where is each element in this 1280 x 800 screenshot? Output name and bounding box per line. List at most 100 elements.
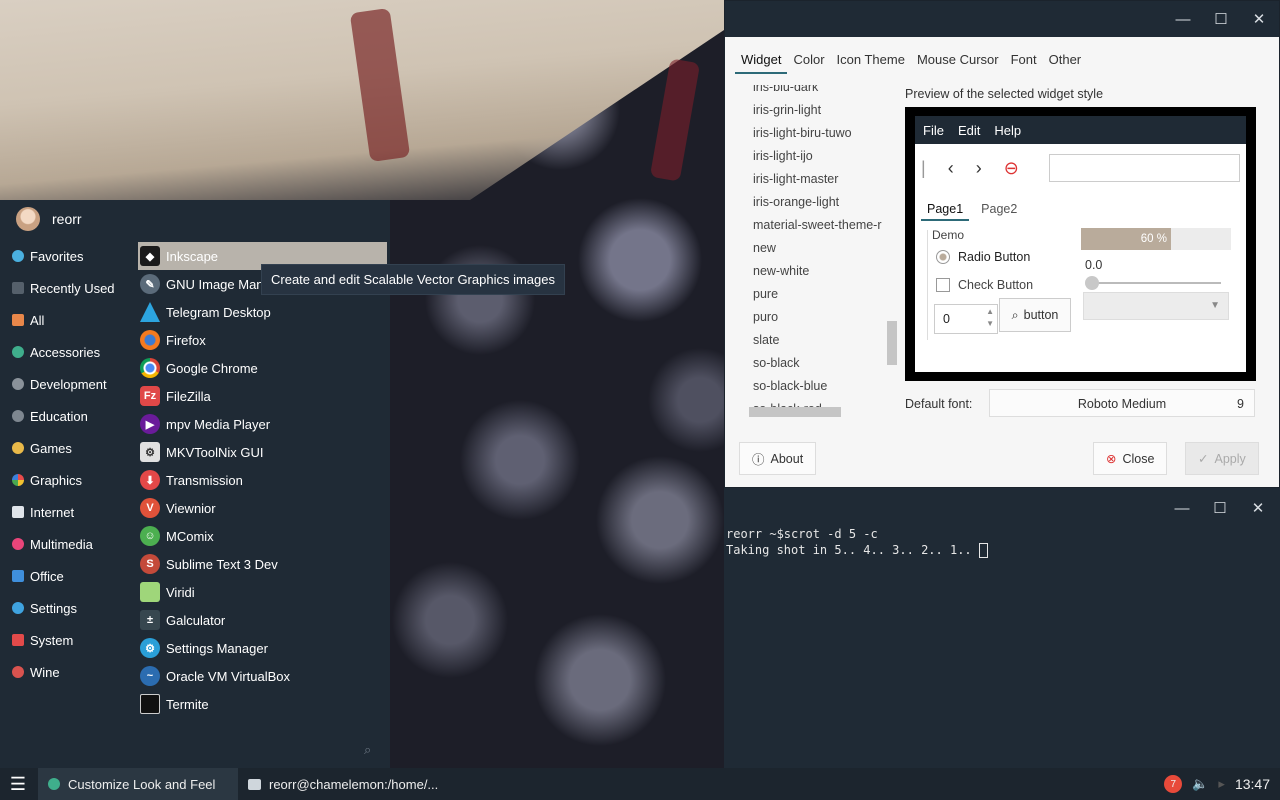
category-recently-used[interactable]: Recently Used [0, 272, 134, 304]
theme-item[interactable]: new [749, 236, 886, 259]
preview-button[interactable]: ⌕ button [999, 298, 1071, 332]
category-favorites[interactable]: Favorites [0, 240, 134, 272]
preview-menu-file[interactable]: File [923, 123, 944, 138]
close-icon[interactable]: ✕ [1249, 9, 1269, 29]
preview-check[interactable]: Check Button [936, 278, 1033, 292]
app-telegram[interactable]: Telegram Desktop [138, 298, 387, 326]
app-settings-manager[interactable]: ⚙ Settings Manager [138, 634, 387, 662]
tab-color[interactable]: Color [787, 49, 830, 74]
tray-arrow-icon[interactable]: ▸ [1218, 776, 1225, 792]
volume-icon[interactable]: 🔈 [1192, 776, 1208, 792]
category-all[interactable]: All [0, 304, 134, 336]
app-firefox[interactable]: Firefox [138, 326, 387, 354]
tab-font[interactable]: Font [1005, 49, 1043, 74]
preview-tab-page1[interactable]: Page1 [921, 200, 970, 221]
task-terminal[interactable]: reorr@chamelemon:/home/... [240, 768, 438, 800]
font-button[interactable]: Roboto Medium 9 [989, 389, 1255, 417]
theme-item[interactable]: puro [749, 305, 886, 328]
app-viridi[interactable]: Viridi [138, 578, 387, 606]
preview-radio[interactable]: Radio Button [936, 250, 1030, 264]
mkvtoolnix-icon: ⚙ [140, 442, 160, 462]
category-development[interactable]: Development [0, 368, 134, 400]
app-mkvtoolnix[interactable]: ⚙ MKVToolNix GUI [138, 438, 387, 466]
back-icon[interactable]: ‹ [948, 158, 954, 179]
spin-arrows-icon[interactable]: ▲ ▼ [986, 306, 994, 330]
about-button[interactable]: ⓘ About [739, 442, 817, 475]
theme-item[interactable]: slate [749, 328, 886, 351]
preview-entry[interactable] [1049, 154, 1240, 182]
tab-other[interactable]: Other [1043, 49, 1088, 74]
theme-item[interactable]: iris-orange-light [749, 190, 886, 213]
maximize-icon[interactable]: ☐ [1210, 498, 1230, 518]
theme-item[interactable]: iris-grin-light [749, 98, 886, 121]
theme-item[interactable]: pure [749, 282, 886, 305]
category-games[interactable]: Games [0, 432, 134, 464]
viewnior-icon: V [140, 498, 160, 518]
category-settings[interactable]: Settings [0, 592, 134, 624]
theme-item[interactable]: iris-light-ijo [749, 144, 886, 167]
preview-menu-help[interactable]: Help [994, 123, 1021, 138]
app-virtualbox[interactable]: ~ Oracle VM VirtualBox [138, 662, 387, 690]
tab-widget[interactable]: Widget [735, 49, 788, 74]
close-button[interactable]: ⊗ Close [1093, 442, 1168, 475]
progress-fill: 60 % [1081, 228, 1171, 250]
slider-value: 0.0 [1085, 258, 1103, 272]
theme-item[interactable]: new-white [749, 259, 886, 282]
transmission-icon: ⬇ [140, 470, 160, 490]
preview-tab-page2[interactable]: Page2 [975, 200, 1023, 221]
terminal-output[interactable]: reorr ~$scrot -d 5 -c Taking shot in 5.. … [726, 526, 988, 558]
forward-icon[interactable]: › [976, 158, 982, 179]
slider-knob[interactable] [1085, 276, 1099, 290]
theme-item[interactable]: so-black-blue [749, 374, 886, 397]
category-education[interactable]: Education [0, 400, 134, 432]
category-accessories[interactable]: Accessories [0, 336, 134, 368]
app-filezilla[interactable]: Fz FileZilla [138, 382, 387, 410]
apply-button[interactable]: ✓ Apply [1185, 442, 1259, 475]
theme-item[interactable]: material-sweet-theme-r [749, 213, 886, 236]
task-customize-look[interactable]: Customize Look and Feel [38, 768, 238, 800]
clock[interactable]: 13:47 [1235, 776, 1270, 792]
category-office[interactable]: Office [0, 560, 134, 592]
internet-icon [12, 506, 24, 518]
category-label: Internet [30, 504, 75, 520]
stop-icon[interactable]: ⊖ [1004, 158, 1019, 179]
preview-frame-label: Demo [932, 228, 965, 242]
preview-menu-edit[interactable]: Edit [958, 123, 980, 138]
preview-spinbox[interactable]: 0 ▲ ▼ [934, 304, 998, 334]
preview-slider[interactable] [1085, 276, 1221, 290]
theme-item[interactable]: iris-light-biru-tuwo [749, 121, 886, 144]
theme-list: iris-blu-dark iris-grin-light iris-light… [749, 85, 886, 417]
app-label: Settings Manager [166, 640, 268, 656]
preview-button-label: button [1023, 308, 1059, 322]
theme-list-hscrollbar[interactable] [749, 407, 841, 417]
app-galculator[interactable]: ± Galculator [138, 606, 387, 634]
category-wine[interactable]: Wine [0, 656, 134, 688]
app-termite[interactable]: Termite [138, 690, 387, 718]
theme-item[interactable]: so-black [749, 351, 886, 374]
app-chrome[interactable]: Google Chrome [138, 354, 387, 382]
tab-icon-theme[interactable]: Icon Theme [831, 49, 911, 74]
app-sublime[interactable]: S Sublime Text 3 Dev [138, 550, 387, 578]
app-transmission[interactable]: ⬇ Transmission [138, 466, 387, 494]
category-system[interactable]: System [0, 624, 134, 656]
app-mpv[interactable]: ▶ mpv Media Player [138, 410, 387, 438]
app-mcomix[interactable]: ☺ MComix [138, 522, 387, 550]
menu-icon[interactable]: ☰ [0, 768, 36, 800]
minimize-icon[interactable]: — [1172, 498, 1192, 518]
theme-item[interactable]: iris-light-master [749, 167, 886, 190]
close-icon[interactable]: ✕ [1248, 498, 1268, 518]
category-internet[interactable]: Internet [0, 496, 134, 528]
minimize-icon[interactable]: — [1173, 9, 1193, 29]
update-badge[interactable]: 7 [1164, 775, 1183, 793]
category-graphics[interactable]: Graphics [0, 464, 134, 496]
app-viewnior[interactable]: V Viewnior [138, 494, 387, 522]
app-label: Galculator [166, 612, 226, 628]
theme-list-scrollbar[interactable] [887, 321, 897, 365]
user-avatar[interactable] [16, 207, 40, 231]
maximize-icon[interactable]: ☐ [1211, 9, 1231, 29]
tab-mouse-cursor[interactable]: Mouse Cursor [911, 49, 1005, 74]
theme-item[interactable]: iris-blu-dark [749, 85, 886, 98]
category-multimedia[interactable]: Multimedia [0, 528, 134, 560]
preview-combobox[interactable]: ▼ [1083, 292, 1229, 320]
search-icon[interactable]: ⌕ [364, 742, 378, 757]
